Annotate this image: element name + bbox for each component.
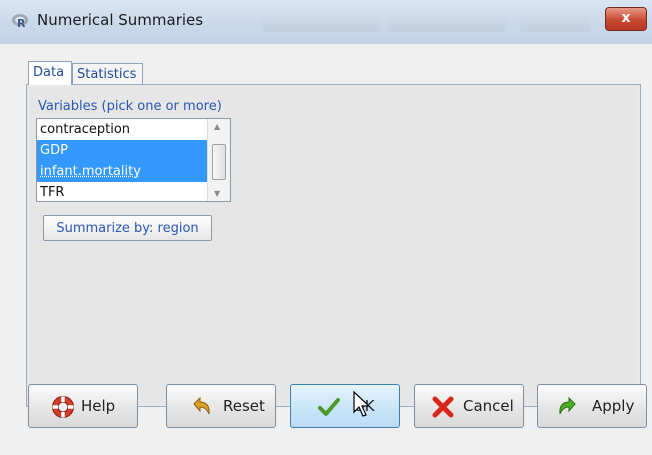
- scroll-up-arrow-icon[interactable]: ▲: [214, 122, 220, 131]
- red-x-icon: [432, 396, 454, 418]
- variables-listbox[interactable]: contraception GDP infant.mortality TFR ▲…: [36, 118, 231, 202]
- background-taskbar-item: [262, 14, 380, 32]
- apply-label: Apply: [592, 397, 635, 415]
- checkmark-icon: [318, 398, 340, 416]
- summarize-by-button[interactable]: Summarize by: region: [43, 215, 212, 241]
- list-item[interactable]: contraception: [37, 119, 207, 140]
- dialog-window: R Numerical Summaries x Data Statistics …: [0, 0, 652, 455]
- help-button[interactable]: Help: [28, 384, 138, 428]
- ok-button[interactable]: OK: [290, 384, 400, 428]
- title-bar[interactable]: R Numerical Summaries x: [0, 0, 652, 44]
- close-button[interactable]: x: [605, 7, 647, 31]
- redo-arrow-icon: [559, 396, 576, 415]
- scroll-thumb[interactable]: [212, 144, 226, 180]
- background-taskbar-item: [520, 14, 590, 32]
- list-item[interactable]: GDP: [37, 140, 207, 161]
- reset-label: Reset: [223, 397, 265, 415]
- close-icon: x: [621, 10, 631, 26]
- lifebuoy-icon: [52, 396, 74, 418]
- variables-label: Variables (pick one or more): [38, 99, 222, 114]
- background-taskbar-item: [388, 14, 506, 32]
- window-title: Numerical Summaries: [37, 11, 204, 29]
- scroll-down-arrow-icon[interactable]: ▼: [214, 189, 220, 198]
- list-item[interactable]: infant.mortality: [37, 161, 207, 182]
- cancel-button[interactable]: Cancel: [414, 384, 524, 428]
- tab-data[interactable]: Data: [28, 61, 72, 85]
- mouse-cursor-icon: [353, 391, 371, 417]
- reset-button[interactable]: Reset: [166, 384, 276, 428]
- r-logo-icon: R: [12, 14, 28, 30]
- tab-statistics[interactable]: Statistics: [72, 63, 143, 85]
- apply-button[interactable]: Apply: [537, 384, 647, 428]
- dialog-body: Data Statistics Variables (pick one or m…: [12, 44, 652, 455]
- tab-label: Data: [33, 65, 65, 80]
- cancel-label: Cancel: [463, 397, 514, 415]
- tab-label: Statistics: [77, 67, 137, 82]
- list-item[interactable]: TFR: [37, 182, 207, 201]
- undo-arrow-icon: [193, 396, 210, 415]
- svg-text:R: R: [17, 17, 26, 30]
- list-scrollbar[interactable]: ▲ ▼: [207, 119, 230, 201]
- help-label: Help: [81, 397, 116, 415]
